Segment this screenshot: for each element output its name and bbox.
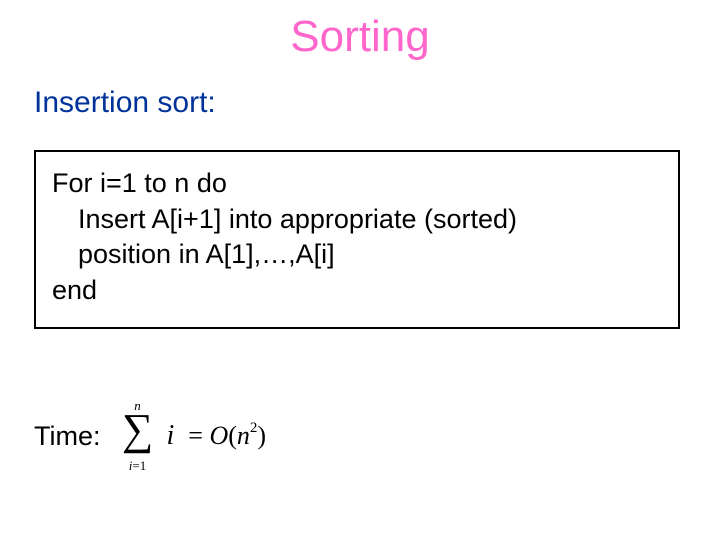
- summation-term: i: [167, 422, 175, 450]
- complexity-expression: = O(n2): [188, 423, 266, 449]
- pseudocode-line-1: For i=1 to n do: [52, 168, 227, 198]
- time-label: Time:: [34, 421, 101, 452]
- sigma-icon: ∑: [115, 408, 161, 452]
- summation-lower-bound: i=1: [115, 458, 161, 474]
- pseudocode-box: For i=1 to n do Insert A[i+1] into appro…: [34, 150, 680, 329]
- pseudocode-line-4: end: [52, 275, 97, 305]
- pseudocode-line-3: position in A[1],…,A[i]: [52, 237, 662, 273]
- pseudocode-line-2: Insert A[i+1] into appropriate (sorted): [52, 202, 662, 238]
- time-complexity-row: Time: n ∑ i=1 i = O(n2): [34, 400, 266, 472]
- slide: Sorting Insertion sort: For i=1 to n do …: [0, 0, 720, 540]
- slide-title: Sorting: [0, 12, 720, 62]
- section-heading: Insertion sort:: [34, 86, 216, 120]
- summation-symbol: n ∑ i=1: [115, 400, 161, 472]
